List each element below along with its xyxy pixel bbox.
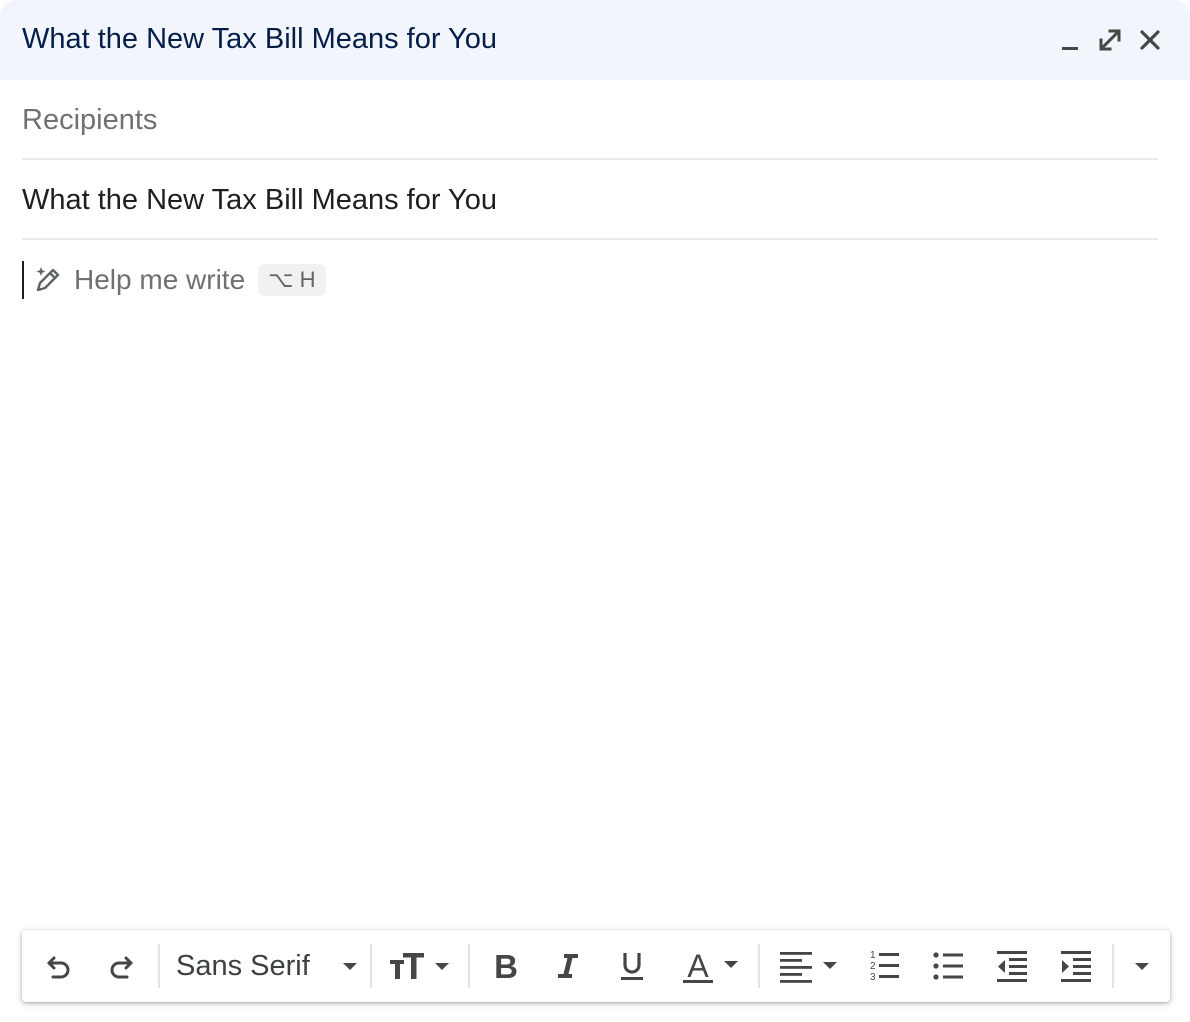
close-icon bbox=[1140, 30, 1160, 50]
svg-text:3: 3 bbox=[870, 972, 876, 983]
bold-button[interactable]: B bbox=[484, 944, 528, 988]
text-size-button[interactable] bbox=[384, 944, 458, 988]
underline-icon bbox=[621, 953, 643, 980]
align-icon bbox=[780, 952, 837, 983]
numbered-list-button[interactable]: 1 2 3 bbox=[862, 944, 906, 988]
redo-button[interactable] bbox=[100, 944, 144, 988]
formatting-toolbar: Sans Serif B A 1 2 3 bbox=[22, 930, 1170, 1002]
expand-icon bbox=[1099, 29, 1121, 51]
undo-button[interactable] bbox=[36, 944, 80, 988]
italic-icon bbox=[558, 954, 578, 978]
toolbar-separator bbox=[468, 944, 470, 988]
toolbar-separator bbox=[1112, 944, 1114, 988]
pen-sparkle-icon bbox=[36, 267, 60, 292]
keyboard-shortcut-badge: ⌥ H bbox=[258, 264, 326, 296]
font-family-select[interactable]: Sans Serif bbox=[172, 944, 362, 988]
compose-title: What the New Tax Bill Means for You bbox=[22, 23, 497, 55]
undo-icon bbox=[47, 956, 70, 979]
more-formatting-button[interactable] bbox=[1122, 944, 1162, 988]
svg-text:1: 1 bbox=[870, 950, 876, 961]
underline-button[interactable] bbox=[610, 944, 654, 988]
svg-text:2: 2 bbox=[870, 961, 876, 972]
minimize-button[interactable] bbox=[1052, 22, 1088, 58]
help-me-write-button[interactable]: Help me write ⌥ H bbox=[32, 260, 326, 300]
text-caret bbox=[22, 261, 24, 299]
indent-more-button[interactable] bbox=[1054, 944, 1098, 988]
close-button[interactable] bbox=[1132, 22, 1168, 58]
indent-less-button[interactable] bbox=[990, 944, 1034, 988]
minimize-icon bbox=[1062, 47, 1078, 50]
help-me-write-label: Help me write bbox=[74, 264, 246, 295]
italic-button[interactable] bbox=[546, 944, 590, 988]
font-dropdown-icon bbox=[343, 963, 357, 970]
expand-button[interactable] bbox=[1092, 22, 1128, 58]
subject-text: What the New Tax Bill Means for You bbox=[22, 184, 497, 216]
bulleted-list-icon bbox=[933, 952, 963, 980]
toolbar-separator bbox=[370, 944, 372, 988]
align-button[interactable] bbox=[772, 944, 844, 988]
toolbar-separator bbox=[758, 944, 760, 988]
indent-more-icon bbox=[1061, 951, 1091, 982]
subject-field[interactable]: What the New Tax Bill Means for You bbox=[22, 160, 1158, 240]
numbered-list-icon: 1 2 3 bbox=[870, 950, 899, 983]
text-color-icon: A bbox=[683, 948, 738, 984]
font-family-label: Sans Serif bbox=[176, 949, 310, 982]
recipients-placeholder: Recipients bbox=[22, 104, 158, 136]
message-body[interactable]: Help me write ⌥ H bbox=[22, 240, 1168, 920]
more-formatting-icon bbox=[1135, 963, 1149, 970]
bold-icon: B bbox=[494, 950, 518, 982]
bulleted-list-button[interactable] bbox=[926, 944, 970, 988]
compose-header: What the New Tax Bill Means for You bbox=[0, 0, 1190, 80]
svg-text:A: A bbox=[687, 948, 709, 984]
recipients-field[interactable]: Recipients bbox=[22, 80, 1158, 160]
indent-less-icon bbox=[997, 951, 1027, 982]
toolbar-separator bbox=[158, 944, 160, 988]
text-size-icon bbox=[390, 953, 449, 979]
svg-text:B: B bbox=[494, 950, 518, 982]
redo-icon bbox=[110, 956, 133, 979]
text-color-button[interactable]: A bbox=[676, 944, 746, 988]
